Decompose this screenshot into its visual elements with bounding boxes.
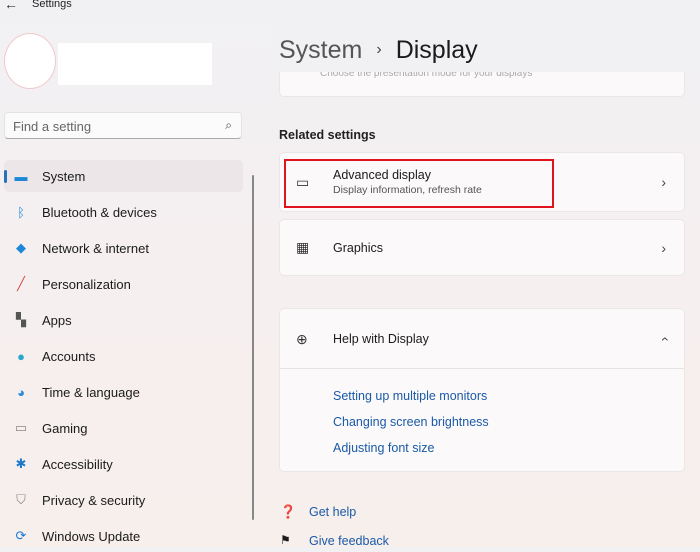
sidebar-scrollbar[interactable] <box>252 175 254 520</box>
sidebar-item-label: Network & internet <box>42 241 149 256</box>
breadcrumb-system[interactable]: System <box>279 36 362 64</box>
help-header[interactable]: ⊕ Help with Display › <box>280 309 684 369</box>
avatar[interactable] <box>4 33 56 89</box>
related-settings-heading: Related settings <box>279 128 376 142</box>
chevron-up-icon[interactable]: › <box>656 337 672 342</box>
graphics-title: Graphics <box>333 241 383 255</box>
breadcrumb-overlay: System › Display <box>279 36 478 65</box>
help-link-monitors[interactable]: Setting up multiple monitors <box>333 389 487 403</box>
sidebar-item-label: System <box>42 169 85 184</box>
wifi-icon: ◆ <box>13 240 29 256</box>
sidebar-item-label: Privacy & security <box>42 493 145 508</box>
sidebar-item-label: Accessibility <box>42 457 113 472</box>
search-placeholder: Find a setting <box>13 119 91 134</box>
globe-clock-icon: ◕ <box>13 385 29 400</box>
sidebar-item-network-internet[interactable]: ◆ Network & internet <box>4 232 243 264</box>
chevron-right-icon: › <box>661 240 666 256</box>
sidebar-item-label: Bluetooth & devices <box>42 205 157 220</box>
feedback-icon: ⚑ <box>280 533 291 547</box>
sidebar-item-apps[interactable]: ▚ Apps <box>4 304 243 336</box>
sidebar-item-time-language[interactable]: ◕ Time & language <box>4 376 243 408</box>
search-icon[interactable]: ⌕ <box>225 118 232 133</box>
gamepad-icon: ▭ <box>13 420 29 436</box>
sidebar-item-label: Gaming <box>42 421 88 436</box>
sidebar-item-label: Time & language <box>42 385 140 400</box>
help-title: Help with Display <box>333 332 429 346</box>
give-feedback-link[interactable]: Give feedback <box>309 534 389 548</box>
window-title: Settings <box>32 0 72 10</box>
sidebar-item-bluetooth-devices[interactable]: ᛒ Bluetooth & devices <box>4 196 243 228</box>
accessibility-icon: ✱ <box>13 456 29 472</box>
graphics-item[interactable]: ▦ Graphics › <box>279 219 685 276</box>
help-link-font-size[interactable]: Adjusting font size <box>333 441 434 455</box>
sidebar-item-gaming[interactable]: ▭ Gaming <box>4 412 243 444</box>
monitor-icon: ▬ <box>13 169 29 184</box>
get-help-link[interactable]: Get help <box>309 505 356 519</box>
apps-icon: ▚ <box>13 312 29 328</box>
sidebar-item-label: Accounts <box>42 349 95 364</box>
sidebar-item-label: Windows Update <box>42 529 140 544</box>
bluetooth-icon: ᛒ <box>13 205 29 220</box>
back-button[interactable]: ← <box>4 0 18 12</box>
highlight-box <box>284 159 554 208</box>
selection-indicator <box>4 170 7 183</box>
sidebar-item-label: Apps <box>42 313 72 328</box>
help-with-display-card: ⊕ Help with Display › Setting up multipl… <box>279 308 685 472</box>
graphics-card-icon: ▦ <box>296 239 318 256</box>
sidebar-item-system[interactable]: ▬ System <box>4 160 243 192</box>
help-question-icon: ❓ <box>280 504 296 520</box>
divider <box>280 368 684 369</box>
shield-icon: ⛉ <box>13 492 29 508</box>
page-title: Display <box>396 36 478 64</box>
person-icon: ● <box>13 349 29 364</box>
sidebar-item-accounts[interactable]: ● Accounts <box>4 340 243 372</box>
help-link-brightness[interactable]: Changing screen brightness <box>333 415 489 429</box>
chevron-right-icon: › <box>661 174 666 190</box>
sidebar-item-privacy-security[interactable]: ⛉ Privacy & security <box>4 484 243 516</box>
search-input[interactable]: Find a setting ⌕ <box>4 112 242 139</box>
breadcrumb-separator: › <box>376 41 381 58</box>
sidebar-item-label: Personalization <box>42 277 131 292</box>
globe-search-icon: ⊕ <box>296 331 318 348</box>
update-icon: ⟳ <box>13 528 29 544</box>
sidebar-item-personalization[interactable]: ╱ Personalization <box>4 268 243 300</box>
sidebar-item-accessibility[interactable]: ✱ Accessibility <box>4 448 243 480</box>
account-name <box>58 43 212 85</box>
brush-icon: ╱ <box>13 276 29 292</box>
sidebar-item-windows-update[interactable]: ⟳ Windows Update <box>4 520 243 552</box>
